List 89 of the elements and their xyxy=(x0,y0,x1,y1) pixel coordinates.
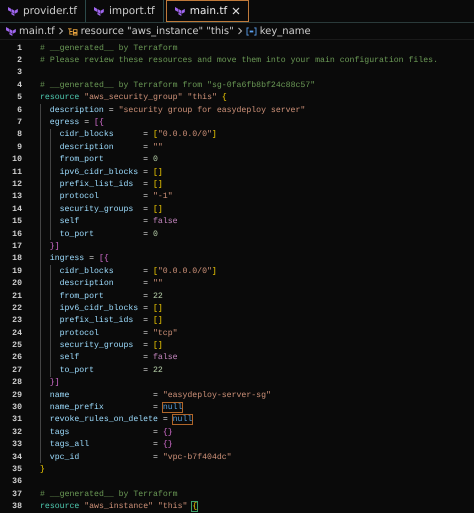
line-number: 11 xyxy=(11,168,22,177)
code-line: }] xyxy=(50,378,60,388)
code-line: prefix_list_ids = [] xyxy=(60,180,163,189)
code-line: egress = [{ xyxy=(50,118,104,128)
variable-icon xyxy=(246,26,257,36)
line-number: 9 xyxy=(16,142,22,152)
line-number: 7 xyxy=(16,118,22,128)
code-line: ipv6_cidr_blocks = [] xyxy=(60,304,163,313)
line-number: 30 xyxy=(11,403,22,412)
line-number: 1 xyxy=(16,44,22,53)
line-number: 10 xyxy=(11,155,22,164)
line-number: 14 xyxy=(11,204,22,214)
code-line: description = "security group for easydeploy server" xyxy=(50,106,306,115)
code-line: cidr_blocks = ["0.0.0.0/0"] xyxy=(60,266,217,276)
code-line: resource "aws_security_group" "this" { xyxy=(40,93,227,102)
terraform-icon xyxy=(174,6,185,16)
terraform-icon xyxy=(94,6,104,16)
code-line: name_prefix = null xyxy=(50,403,182,412)
code-line: tags = {} xyxy=(50,428,173,437)
code-line: description = "" xyxy=(60,279,163,288)
code-line: ipv6_cidr_blocks = [] xyxy=(60,168,163,177)
code-line: }] xyxy=(50,242,60,251)
breadcrumb-item[interactable]: main.tf xyxy=(19,26,55,36)
code-line: revoke_rules_on_delete = null xyxy=(50,415,192,424)
code-line: security_groups = [] xyxy=(60,341,163,350)
line-number: 31 xyxy=(11,415,22,424)
code-line: # __generated__ by Terraform xyxy=(40,44,178,53)
line-number: 3 xyxy=(16,68,22,78)
code-line: prefix_list_ids = [] xyxy=(60,316,163,326)
line-number: 12 xyxy=(11,180,22,189)
line-number: 13 xyxy=(11,192,22,202)
code-line: security_groups = [] xyxy=(60,204,163,214)
editor-tab[interactable]: provider.tf xyxy=(0,0,86,22)
line-number: 27 xyxy=(11,366,22,375)
line-number: 5 xyxy=(16,93,22,102)
line-number: 23 xyxy=(11,316,22,326)
code-line: vpc_id = "vpc-b7f404dc" xyxy=(50,452,232,462)
line-number: 19 xyxy=(11,266,22,276)
code-line: description = "" xyxy=(60,142,163,152)
line-number: 16 xyxy=(11,230,22,239)
code-line: } xyxy=(40,464,45,474)
line-number: 21 xyxy=(11,292,22,300)
line-number: 22 xyxy=(11,304,22,313)
line-number: 6 xyxy=(16,106,22,115)
chevron-icon xyxy=(236,27,243,35)
code-line: to_port = 22 xyxy=(60,366,163,375)
breadcrumb-item[interactable]: resource "aws_instance" "this" xyxy=(80,26,234,36)
code-line: ingress = [{ xyxy=(50,254,109,264)
line-number: 34 xyxy=(11,452,22,462)
structure-icon xyxy=(66,26,78,36)
line-number: 15 xyxy=(11,217,22,226)
code-line: to_port = 0 xyxy=(60,230,158,239)
chevron-icon xyxy=(58,27,64,35)
line-number: 24 xyxy=(11,328,22,338)
line-number: 35 xyxy=(11,464,22,474)
line-number: 20 xyxy=(11,279,22,288)
code-line: resource "aws_instance" "this" { xyxy=(40,502,198,512)
code-line: # __generated__ by Terraform from "sg-0fa6fb8bf24c88c57" xyxy=(40,80,316,90)
line-number: 32 xyxy=(11,428,22,437)
line-number: 18 xyxy=(11,254,22,264)
line-number: 29 xyxy=(11,390,22,400)
code-line: name = "easydeploy-server-sg" xyxy=(50,390,271,400)
code-line: self = false xyxy=(60,353,178,362)
line-number: 28 xyxy=(11,378,22,388)
code-line: protocol = "tcp" xyxy=(60,328,178,338)
line-number: 36 xyxy=(11,477,22,486)
line-number: 25 xyxy=(11,341,22,350)
terraform-icon xyxy=(8,6,18,16)
line-number: 8 xyxy=(16,130,22,140)
line-number: 2 xyxy=(16,56,22,66)
line-number: 4 xyxy=(16,80,22,90)
code-line: # Please review these resources and move them into your main configuration files. xyxy=(40,56,438,66)
line-number: 38 xyxy=(11,502,22,512)
line-number: 26 xyxy=(11,353,22,362)
line-number: 33 xyxy=(11,440,22,450)
code-line: cidr_blocks = ["0.0.0.0/0"] xyxy=(60,130,217,140)
code-line: from_port = 22 xyxy=(60,292,163,300)
code-line: protocol = "-1" xyxy=(60,192,173,202)
code-line: self = false xyxy=(60,217,178,226)
breadcrumb-item[interactable]: key_name xyxy=(260,26,311,36)
editor-tab[interactable]: main.tf xyxy=(166,0,250,22)
line-number: 37 xyxy=(11,490,22,499)
close-icon[interactable] xyxy=(232,7,240,15)
code-line: from_port = 0 xyxy=(60,155,158,164)
terraform-icon xyxy=(6,26,16,36)
code-line: # __generated__ by Terraform xyxy=(40,490,178,499)
editor-tab[interactable]: import.tf xyxy=(86,0,164,22)
code-line: tags_all = {} xyxy=(50,440,173,450)
line-number: 17 xyxy=(11,242,22,251)
